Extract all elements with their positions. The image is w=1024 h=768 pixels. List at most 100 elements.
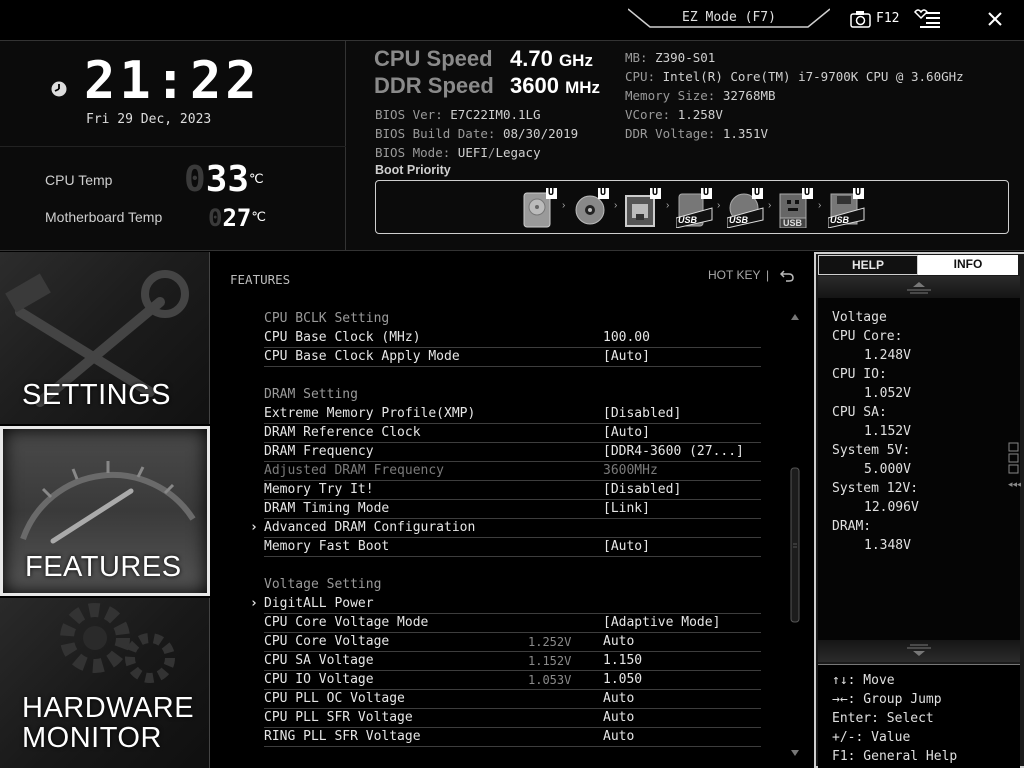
cpu-temp-label: CPU Temp <box>45 172 113 188</box>
setting-row[interactable]: CPU PLL SFR Voltage Auto <box>264 709 761 728</box>
clock-minute-tens: 2 <box>189 51 226 111</box>
setting-value[interactable]: Auto <box>603 728 634 746</box>
favorites-button[interactable] <box>912 7 942 29</box>
memory-size: Memory Size: 32768MB <box>625 88 776 103</box>
ez-mode-button[interactable]: EZ Mode (F7) <box>628 7 830 29</box>
help-line: Enter: Select <box>832 711 934 726</box>
usb-label: USB <box>783 218 803 228</box>
hotkey-separator: | <box>766 268 770 282</box>
cpu-speed-value: 4.70 GHz <box>510 46 593 72</box>
tab-info[interactable]: INFO <box>918 255 1018 275</box>
side-panel-handle-icon[interactable]: ◂◂◂ <box>1007 440 1021 490</box>
setting-row[interactable]: CPU IO Voltage 1.053V 1.050 <box>264 671 761 690</box>
setting-row[interactable]: Extreme Memory Profile(XMP) [Disabled] <box>264 405 761 424</box>
setting-value[interactable]: 1.150 <box>603 652 642 670</box>
setting-value[interactable]: [Link] <box>603 500 650 518</box>
setting-row[interactable]: DRAM Reference Clock [Auto] <box>264 424 761 443</box>
setting-row[interactable]: CPU PLL OC Voltage Auto <box>264 690 761 709</box>
nav-settings[interactable]: SETTINGS <box>0 252 210 424</box>
main-scrollbar[interactable] <box>789 310 801 760</box>
help-line: →←: Group Jump <box>832 692 942 707</box>
setting-value[interactable]: Auto <box>603 690 634 708</box>
setting-row[interactable]: RING PLL SFR Voltage Auto <box>264 728 761 747</box>
chevron-right-icon: › <box>818 200 822 211</box>
cpu-speed-unit: GHz <box>558 51 593 70</box>
boot-device-usb-optical[interactable]: U USB <box>726 187 765 229</box>
ez-mode-label: EZ Mode (F7) <box>682 10 776 25</box>
hotkey-button[interactable]: HOT KEY <box>708 268 760 282</box>
nav-hardware-monitor-label-2: MONITOR <box>22 722 162 754</box>
help-line: +/-: Value <box>832 730 911 745</box>
setting-value[interactable]: Auto <box>603 633 634 651</box>
tab-help[interactable]: HELP <box>818 255 918 275</box>
info-scroll-down[interactable] <box>818 640 1020 662</box>
setting-row[interactable]: DRAM Timing Mode [Link] <box>264 500 761 519</box>
setting-row[interactable]: DRAM Frequency [DDR4-3600 (27...] <box>264 443 761 462</box>
ddr-speed-unit: MHz <box>565 78 601 97</box>
mb-value: Z390-S01 <box>655 50 716 65</box>
setting-row[interactable]: › DigitALL Power <box>250 595 761 614</box>
boot-device-usb-disk[interactable]: U USB <box>675 187 714 229</box>
nav-features-label: FEATURES <box>25 551 182 583</box>
setting-value[interactable]: 100.00 <box>603 329 650 347</box>
bios-mode: BIOS Mode: UEFI/Legacy <box>375 145 541 160</box>
screenshot-button[interactable]: F12 <box>848 9 904 29</box>
info-label: System 12V: <box>832 481 919 496</box>
scroll-down-icon[interactable] <box>791 750 799 756</box>
boot-device-optical[interactable]: U <box>573 187 611 228</box>
setting-row: Adjusted DRAM Frequency 3600MHz <box>264 462 761 481</box>
setting-label: RING PLL SFR Voltage <box>264 729 421 744</box>
setting-row[interactable]: CPU Base Clock Apply Mode [Auto] <box>264 348 761 367</box>
scroll-up-icon[interactable] <box>791 314 799 320</box>
section-header: Voltage Setting <box>264 576 761 595</box>
ddr-voltage-label: DDR Voltage: <box>625 126 716 141</box>
setting-value[interactable]: Auto <box>603 709 634 727</box>
back-icon[interactable] <box>780 268 794 282</box>
setting-value[interactable]: [Disabled] <box>603 481 681 499</box>
setting-value[interactable]: [Disabled] <box>603 405 681 423</box>
help-line: F1: General Help <box>832 749 958 764</box>
scroll-down-icon <box>907 644 931 656</box>
setting-label: Memory Fast Boot <box>264 539 390 554</box>
setting-value[interactable]: [Auto] <box>603 348 650 366</box>
boot-device-usb-key[interactable]: U USB <box>777 187 815 229</box>
info-label: DRAM: <box>832 519 872 534</box>
boot-device-network[interactable]: U <box>625 187 663 228</box>
clock-icon <box>51 81 67 97</box>
nav-hardware-monitor[interactable]: HARDWARE MONITOR <box>0 598 210 768</box>
setting-row[interactable]: › Advanced DRAM Configuration <box>250 519 761 538</box>
setting-value[interactable]: 1.050 <box>603 671 642 689</box>
usb-label: USB <box>830 215 850 225</box>
setting-value[interactable]: [Adaptive Mode] <box>603 614 720 632</box>
setting-row[interactable]: CPU Core Voltage 1.252V Auto <box>264 633 761 652</box>
boot-badge: U <box>855 187 862 198</box>
info-value: 1.248V <box>864 348 911 363</box>
close-button[interactable] <box>982 6 1008 32</box>
cpu-label: CPU: <box>625 69 656 84</box>
setting-value[interactable]: [Auto] <box>603 538 650 556</box>
ddr-speed-number: 3600 <box>510 73 559 98</box>
clock-date: Fri 29 Dec, 2023 <box>86 112 212 127</box>
bios-build-label: BIOS Build Date: <box>375 126 496 141</box>
cpu-temp-pad-digit: 0 <box>184 159 206 200</box>
scroll-thumb[interactable] <box>790 467 800 623</box>
info-label: CPU Core: <box>832 329 903 344</box>
cpu-speed-label: CPU Speed <box>374 46 493 71</box>
boot-device-hdd[interactable]: U <box>521 187 559 228</box>
bios-mode-label: BIOS Mode: <box>375 145 451 160</box>
setting-value[interactable]: [Auto] <box>603 424 650 442</box>
usb-label: USB <box>729 215 749 225</box>
setting-row[interactable]: CPU SA Voltage 1.152V 1.150 <box>264 652 761 671</box>
setting-value[interactable]: [DDR4-3600 (27...] <box>603 443 744 461</box>
setting-row[interactable]: Memory Fast Boot [Auto] <box>264 538 761 557</box>
info-scroll-up[interactable] <box>818 276 1020 298</box>
setting-row[interactable]: CPU Base Clock (MHz) 100.00 <box>264 329 761 348</box>
setting-current-value: 1.152V <box>528 654 572 668</box>
setting-row[interactable]: Memory Try It! [Disabled] <box>264 481 761 500</box>
setting-label: CPU BCLK Setting <box>264 311 390 326</box>
boot-device-usb-floppy[interactable]: U USB <box>827 187 866 229</box>
boot-badge: U <box>600 187 607 198</box>
setting-row[interactable]: CPU Core Voltage Mode [Adaptive Mode] <box>264 614 761 633</box>
submenu-arrow-icon: › <box>250 520 258 535</box>
nav-features[interactable]: FEATURES <box>0 426 210 596</box>
